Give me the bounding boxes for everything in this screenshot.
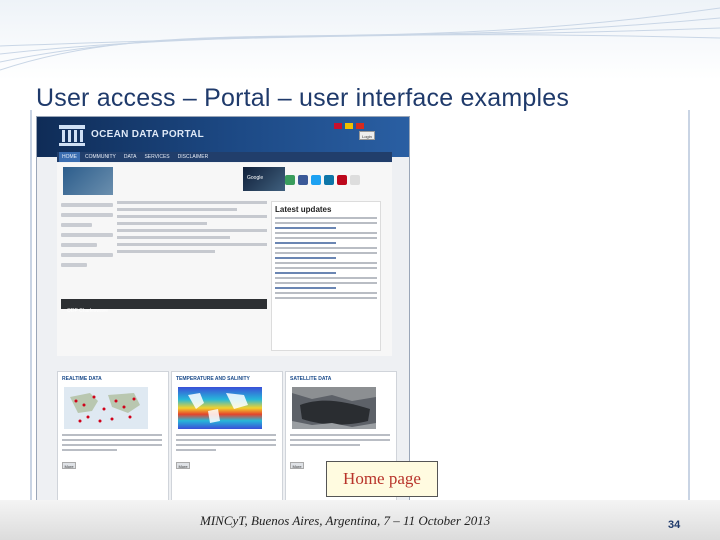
card-text bbox=[62, 434, 162, 454]
nav-disclaimer[interactable]: DISCLAIMER bbox=[175, 152, 212, 162]
text-line bbox=[62, 439, 162, 441]
left-panel bbox=[61, 203, 113, 303]
pinterest-icon[interactable] bbox=[337, 175, 347, 185]
slide-title: User access – Portal – user interface ex… bbox=[36, 84, 570, 112]
portal-content: Google ODP Charleswave Latest updates bbox=[57, 163, 392, 356]
update-line bbox=[275, 222, 377, 224]
satellite-image bbox=[292, 387, 376, 429]
latest-updates-panel: Latest updates bbox=[271, 201, 381, 351]
update-line bbox=[275, 292, 377, 294]
email-icon[interactable] bbox=[350, 175, 360, 185]
update-line bbox=[275, 277, 377, 279]
nav-services[interactable]: SERVICES bbox=[141, 152, 172, 162]
facebook-icon[interactable] bbox=[298, 175, 308, 185]
nav-home[interactable]: HOME bbox=[59, 152, 80, 162]
text-line bbox=[117, 201, 267, 204]
text-line bbox=[176, 434, 276, 436]
text-line bbox=[117, 215, 267, 218]
nav-community[interactable]: COMMUNITY bbox=[82, 152, 119, 162]
update-line bbox=[275, 267, 377, 269]
panel-row bbox=[61, 213, 113, 217]
panel-row bbox=[61, 253, 113, 257]
latest-updates-title: Latest updates bbox=[275, 205, 332, 214]
more-button[interactable]: More bbox=[62, 462, 76, 469]
panel-row bbox=[61, 223, 93, 227]
text-line bbox=[117, 250, 215, 253]
slide-footer-text: MINCyT, Buenos Aires, Argentina, 7 – 11 … bbox=[200, 513, 491, 528]
text-line bbox=[176, 449, 216, 451]
portal-header: OCEAN DATA PORTAL Login bbox=[37, 117, 409, 157]
flag-ru-icon[interactable] bbox=[356, 123, 364, 129]
portal-screenshot: OCEAN DATA PORTAL Login HOME COMMUNITY D… bbox=[36, 116, 410, 508]
flag-en-icon[interactable] bbox=[334, 123, 342, 129]
charleswave-strip[interactable]: ODP Charleswave bbox=[61, 299, 267, 314]
more-button[interactable]: More bbox=[290, 462, 304, 469]
card-title: TEMPERATURE AND SALINITY bbox=[176, 376, 250, 382]
text-line bbox=[117, 208, 237, 211]
text-line bbox=[117, 222, 207, 225]
text-line bbox=[176, 444, 276, 446]
left-rule bbox=[30, 110, 32, 505]
twitter-icon[interactable] bbox=[311, 175, 321, 185]
hero-image bbox=[63, 167, 113, 195]
update-line bbox=[275, 217, 377, 219]
banner-text: Google bbox=[247, 175, 264, 181]
card-text bbox=[290, 434, 390, 449]
update-line bbox=[275, 252, 377, 254]
update-date bbox=[275, 287, 337, 289]
text-line bbox=[62, 444, 162, 446]
panel-row bbox=[61, 243, 98, 247]
strip-text: ODP Charleswave bbox=[67, 308, 109, 314]
card-realtime-data[interactable]: REALTIME DATA More bbox=[57, 371, 169, 501]
update-date bbox=[275, 272, 337, 274]
more-button[interactable]: More bbox=[176, 462, 190, 469]
portal-name: OCEAN DATA PORTAL bbox=[91, 129, 205, 140]
language-flags[interactable] bbox=[334, 123, 364, 129]
update-line bbox=[275, 262, 377, 264]
text-line bbox=[290, 434, 390, 436]
text-line bbox=[62, 434, 162, 436]
text-line bbox=[176, 439, 276, 441]
update-date bbox=[275, 227, 337, 229]
news-panel bbox=[117, 201, 267, 351]
right-rule bbox=[688, 110, 690, 505]
card-temperature-salinity[interactable]: TEMPERATURE AND SALINITY More bbox=[171, 371, 283, 501]
realtime-map-image bbox=[64, 387, 148, 429]
slide-page-number: 34 bbox=[668, 519, 681, 531]
share-icon[interactable] bbox=[285, 175, 295, 185]
ioc-logo-icon bbox=[59, 125, 85, 146]
login-button[interactable]: Login bbox=[359, 131, 375, 140]
home-page-callout: Home page bbox=[326, 461, 438, 497]
text-line bbox=[290, 439, 390, 441]
text-line bbox=[117, 236, 230, 239]
nav-data[interactable]: DATA bbox=[121, 152, 140, 162]
panel-row bbox=[61, 263, 87, 267]
flag-es-icon[interactable] bbox=[345, 123, 353, 129]
linkedin-icon[interactable] bbox=[324, 175, 334, 185]
panel-row bbox=[61, 203, 113, 207]
update-line bbox=[275, 297, 377, 299]
card-title: SATELLITE DATA bbox=[290, 376, 332, 382]
temperature-map-image bbox=[178, 387, 262, 429]
update-date bbox=[275, 242, 337, 244]
update-line bbox=[275, 282, 377, 284]
social-icons bbox=[285, 175, 360, 185]
update-line bbox=[275, 247, 377, 249]
update-date bbox=[275, 257, 337, 259]
text-line bbox=[117, 229, 267, 232]
decorative-lines bbox=[0, 7, 720, 71]
panel-row bbox=[61, 233, 113, 237]
text-line bbox=[62, 449, 117, 451]
update-line bbox=[275, 232, 377, 234]
portal-navbar: HOME COMMUNITY DATA SERVICES DISCLAIMER bbox=[57, 152, 392, 162]
card-text bbox=[176, 434, 276, 454]
google-banner[interactable]: Google bbox=[243, 167, 285, 191]
update-line bbox=[275, 237, 377, 239]
card-title: REALTIME DATA bbox=[62, 376, 102, 382]
text-line bbox=[117, 243, 267, 246]
text-line bbox=[290, 444, 360, 446]
